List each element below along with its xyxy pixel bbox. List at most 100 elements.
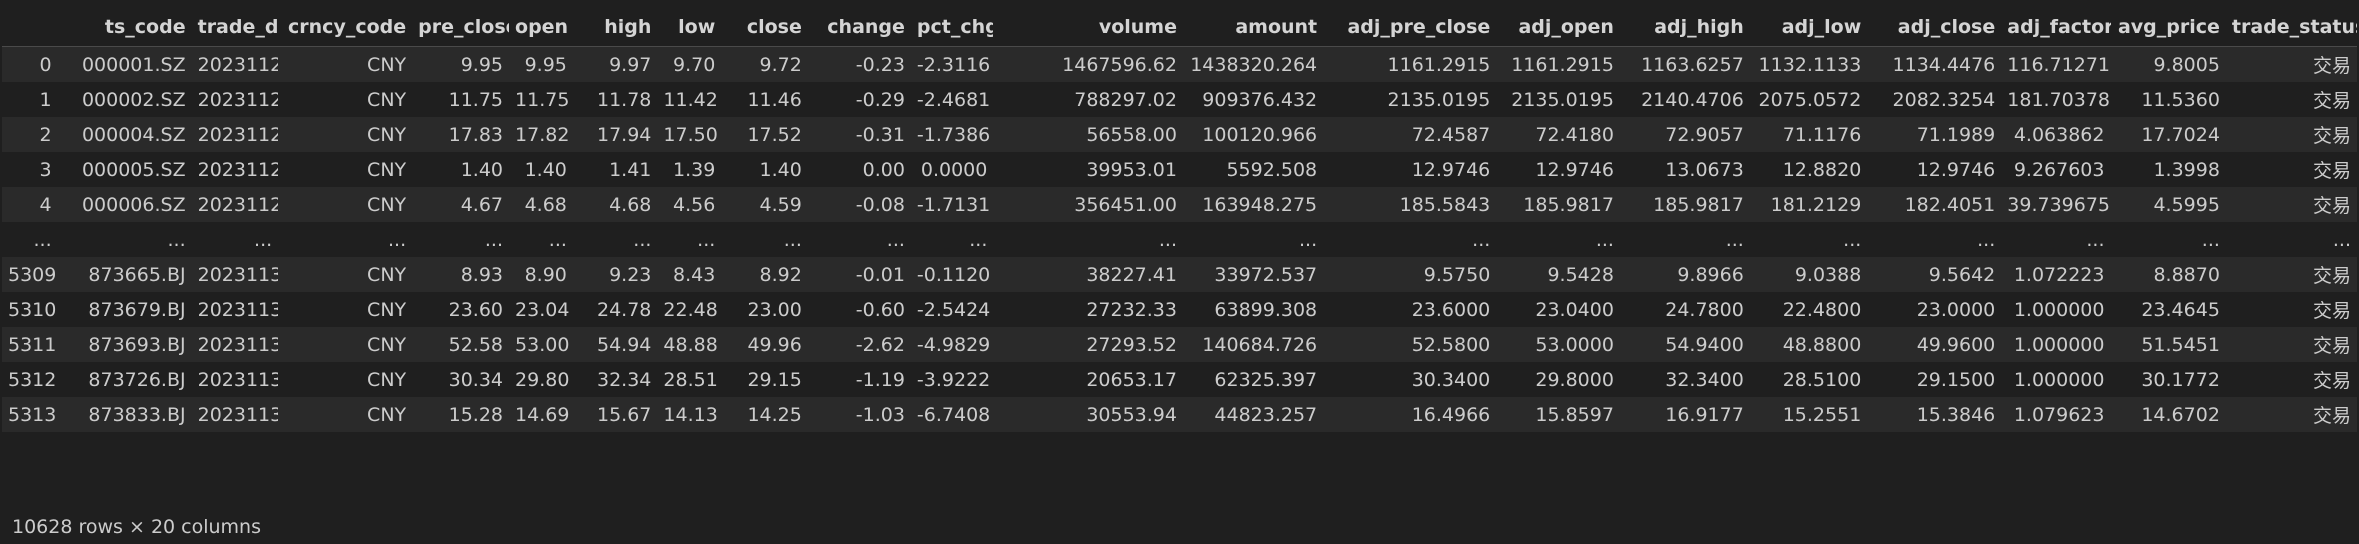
table-cell: 62325.397 [1182,362,1324,397]
column-header: adj_close [1867,8,2002,47]
table-cell: 1.3998 [2110,152,2226,187]
table-cell: 1.079623 [2001,397,2111,432]
table-row: 5310873679.BJ20231130CNY23.6023.0424.782… [2,292,2357,327]
table-row: 5313873833.BJ20231130CNY15.2814.6915.671… [2,397,2357,432]
table-cell: -6.7408 [910,397,994,432]
table-row: ........................................… [2,222,2357,257]
column-header: low [657,8,722,47]
table-cell: 29.8000 [1496,362,1620,397]
table-cell: 1.072223 [2001,257,2111,292]
table-cell: 32.34 [572,362,658,397]
table-cell: 000005.SZ [57,152,192,187]
table-cell: 11.78 [572,82,658,117]
table-cell: 163948.275 [1182,187,1324,222]
table-cell: 29.15 [721,362,808,397]
table-cell: 17.83 [412,117,510,152]
table-cell: 12.9746 [1323,152,1497,187]
table-cell: -2.4681 [910,82,994,117]
table-cell: 4.5995 [2110,187,2226,222]
table-cell: 22.4800 [1749,292,1868,327]
table-cell: 1.39 [657,152,722,187]
table-cell: 44823.257 [1182,397,1324,432]
table-cell: 356451.00 [993,187,1183,222]
table-cell: 48.8800 [1749,327,1868,362]
table-cell: -1.7131 [910,187,994,222]
table-cell: 72.4180 [1496,117,1620,152]
table-cell: 32.3400 [1619,362,1750,397]
table-row: 5311873693.BJ20231130CNY52.5853.0054.944… [2,327,2357,362]
table-cell: 000002.SZ [57,82,192,117]
table-cell: 4.67 [412,187,510,222]
table-cell: 23.6000 [1323,292,1497,327]
table-cell: 873665.BJ [57,257,192,292]
table-cell: 116.712713 [2001,46,2111,82]
table-cell: 9.5642 [1867,257,2002,292]
table-cell: CNY [278,397,413,432]
table-cell: -0.01 [807,257,911,292]
table-cell: 20231130 [191,257,279,292]
column-header: adj_factor [2001,8,2111,47]
column-header: trade_status [2225,8,2357,47]
table-cell: 交易 [2225,46,2357,82]
table-cell: 1161.2915 [1323,46,1497,82]
table-cell: ... [1496,222,1620,257]
table-cell: 51.5451 [2110,327,2226,362]
table-cell: 20231129 [191,187,279,222]
column-header: volume [993,8,1183,47]
table-cell: 4.063862 [2001,117,2111,152]
table-cell: 53.00 [509,327,573,362]
table-cell: ... [2225,222,2357,257]
table-cell: 71.1989 [1867,117,2002,152]
table-cell: 15.2551 [1749,397,1868,432]
table-cell: 56558.00 [993,117,1183,152]
row-index: 5312 [2,362,58,397]
table-cell: 9.8966 [1619,257,1750,292]
table-cell: 0.00 [807,152,911,187]
table-cell: 20231130 [191,362,279,397]
table-cell: 1.40 [509,152,573,187]
table-cell: ... [191,222,279,257]
table-cell: 30.1772 [2110,362,2226,397]
table-row: 3000005.SZ20231129CNY1.401.401.411.391.4… [2,152,2357,187]
table-cell: CNY [278,117,413,152]
table-cell: 71.1176 [1749,117,1868,152]
table-cell: -1.7386 [910,117,994,152]
table-cell: 27293.52 [993,327,1183,362]
table-cell: 24.7800 [1619,292,1750,327]
table-cell: 1.000000 [2001,292,2111,327]
table-cell: 29.1500 [1867,362,2002,397]
table-cell: 23.0400 [1496,292,1620,327]
table-cell: 72.4587 [1323,117,1497,152]
table-cell: 23.00 [721,292,808,327]
table-cell: 9.95 [509,46,573,82]
table-cell: 22.48 [657,292,722,327]
table-cell: 8.90 [509,257,573,292]
table-cell: 30553.94 [993,397,1183,432]
table-cell: 12.8820 [1749,152,1868,187]
table-cell: ... [509,222,573,257]
table-cell: 185.9817 [1496,187,1620,222]
table-cell: 873833.BJ [57,397,192,432]
table-cell: 873726.BJ [57,362,192,397]
table-cell: 873693.BJ [57,327,192,362]
table-cell: 15.3846 [1867,397,2002,432]
table-cell: -0.29 [807,82,911,117]
table-cell: ... [2110,222,2226,257]
table-cell: -0.31 [807,117,911,152]
table-cell: 20653.17 [993,362,1183,397]
table-cell: CNY [278,152,413,187]
table-cell: 181.2129 [1749,187,1868,222]
table-cell: 15.67 [572,397,658,432]
column-header: high [572,8,658,47]
header-row: ts_codetrade_datecrncy_codepre_closeopen… [2,8,2357,47]
table-cell: 000001.SZ [57,46,192,82]
table-cell: 4.68 [509,187,573,222]
table-cell: 17.7024 [2110,117,2226,152]
column-header: change [807,8,911,47]
row-count-footer: 10628 rows × 20 columns [12,516,261,538]
table-cell: 交易 [2225,152,2357,187]
table-cell: 20231129 [191,117,279,152]
table-cell: 交易 [2225,362,2357,397]
table-cell: 30.34 [412,362,510,397]
table-body: 0000001.SZ20231129CNY9.959.959.979.709.7… [2,46,2357,432]
